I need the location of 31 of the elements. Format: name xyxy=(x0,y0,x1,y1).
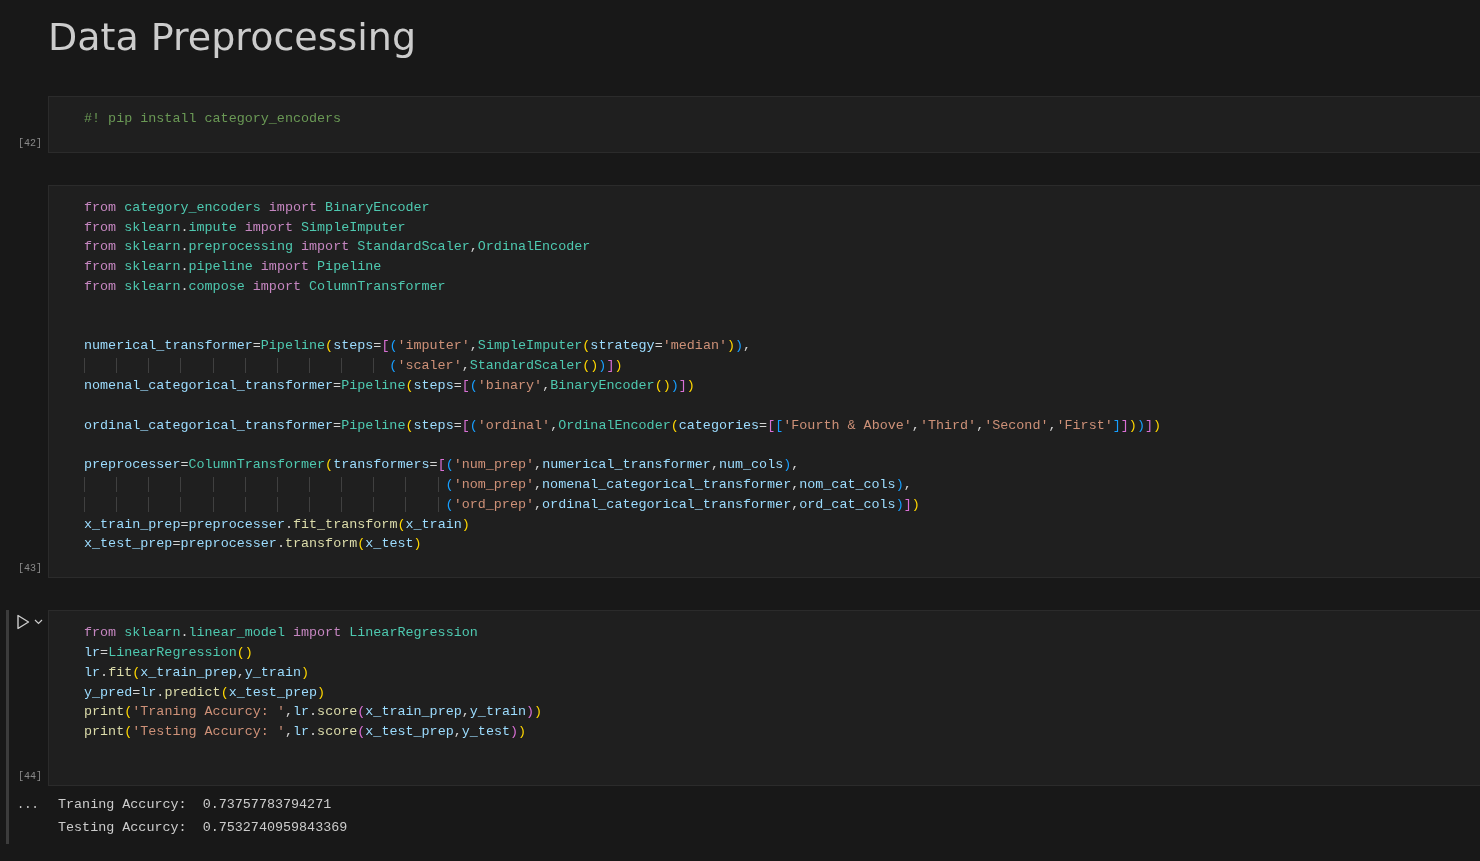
execution-count: [42] xyxy=(18,137,42,149)
output-line: Testing Accurcy: 0.7532740959843369 xyxy=(57,818,348,837)
output-menu-button[interactable]: ... xyxy=(0,791,48,814)
code-line: nomenal_categorical_transformer=Pipeline(steps=[('binary',BinaryEncoder())]) xyxy=(84,376,695,395)
code-line: print('Testing Accurcy: ',lr.score(x_test_prep,y_test)) xyxy=(84,723,527,742)
code-line: from sklearn.impute import SimpleImputer xyxy=(84,218,406,237)
code-line: x_test_prep=preprocesser.transform(x_test) xyxy=(84,535,422,554)
code-line: from sklearn.pipeline import Pipeline xyxy=(84,258,382,277)
execution-count: [43] xyxy=(18,563,42,575)
code-cell[interactable] xyxy=(48,184,1480,579)
code-line: from category_encoders import BinaryEncoder xyxy=(84,198,430,217)
code-line: ordinal_categorical_transformer=Pipeline(steps=[('ordinal',OrdinalEncoder(categories=[['Fourth & Above','Third','Second','First']]))]) xyxy=(84,416,1162,435)
output-line: Traning Accurcy: 0.73757783794271 xyxy=(57,795,333,814)
code-line: from sklearn.compose import ColumnTransformer xyxy=(84,278,446,296)
run-button[interactable] xyxy=(14,613,32,632)
code-line: y_pred=lr.predict(x_test_prep) xyxy=(84,683,326,702)
code-line: lr.fit(x_train_prep,y_train) xyxy=(84,663,310,682)
notebook-heading: Data Preprocessing xyxy=(48,14,416,61)
execution-count: [44] xyxy=(18,770,42,782)
code-cell[interactable]: #! pip install category_encoders xyxy=(48,96,1480,153)
code-line: from sklearn.preprocessing import StandardScaler,OrdinalEncoder xyxy=(84,238,591,257)
code-line: from sklearn.linear_model import LinearRegression xyxy=(84,624,478,643)
code-line: x_train_prep=preprocesser.fit_transform(x_train) xyxy=(84,515,470,534)
code-line: ('scaler',StandardScaler())]) xyxy=(84,356,623,376)
code-line: ('ord_prep',ordinal_categorical_transformer,ord_cat_cols)]) xyxy=(84,494,920,515)
code-line: numerical_transformer=Pipeline(steps=[('imputer',SimpleImputer(strategy='median')), xyxy=(84,337,752,356)
code-line: ('nom_prep',nomenal_categorical_transformer,nom_cat_cols), xyxy=(84,474,912,495)
code-line: print('Traning Accurcy: ',lr.score(x_train_prep,y_train)) xyxy=(84,703,543,722)
code-line: lr=LinearRegression() xyxy=(84,643,253,662)
code-line: #! pip install category_encoders xyxy=(84,110,342,128)
code-line: preprocesser=ColumnTransformer(transformers=[('num_prep',numerical_transformer,num_cols), xyxy=(84,456,800,475)
